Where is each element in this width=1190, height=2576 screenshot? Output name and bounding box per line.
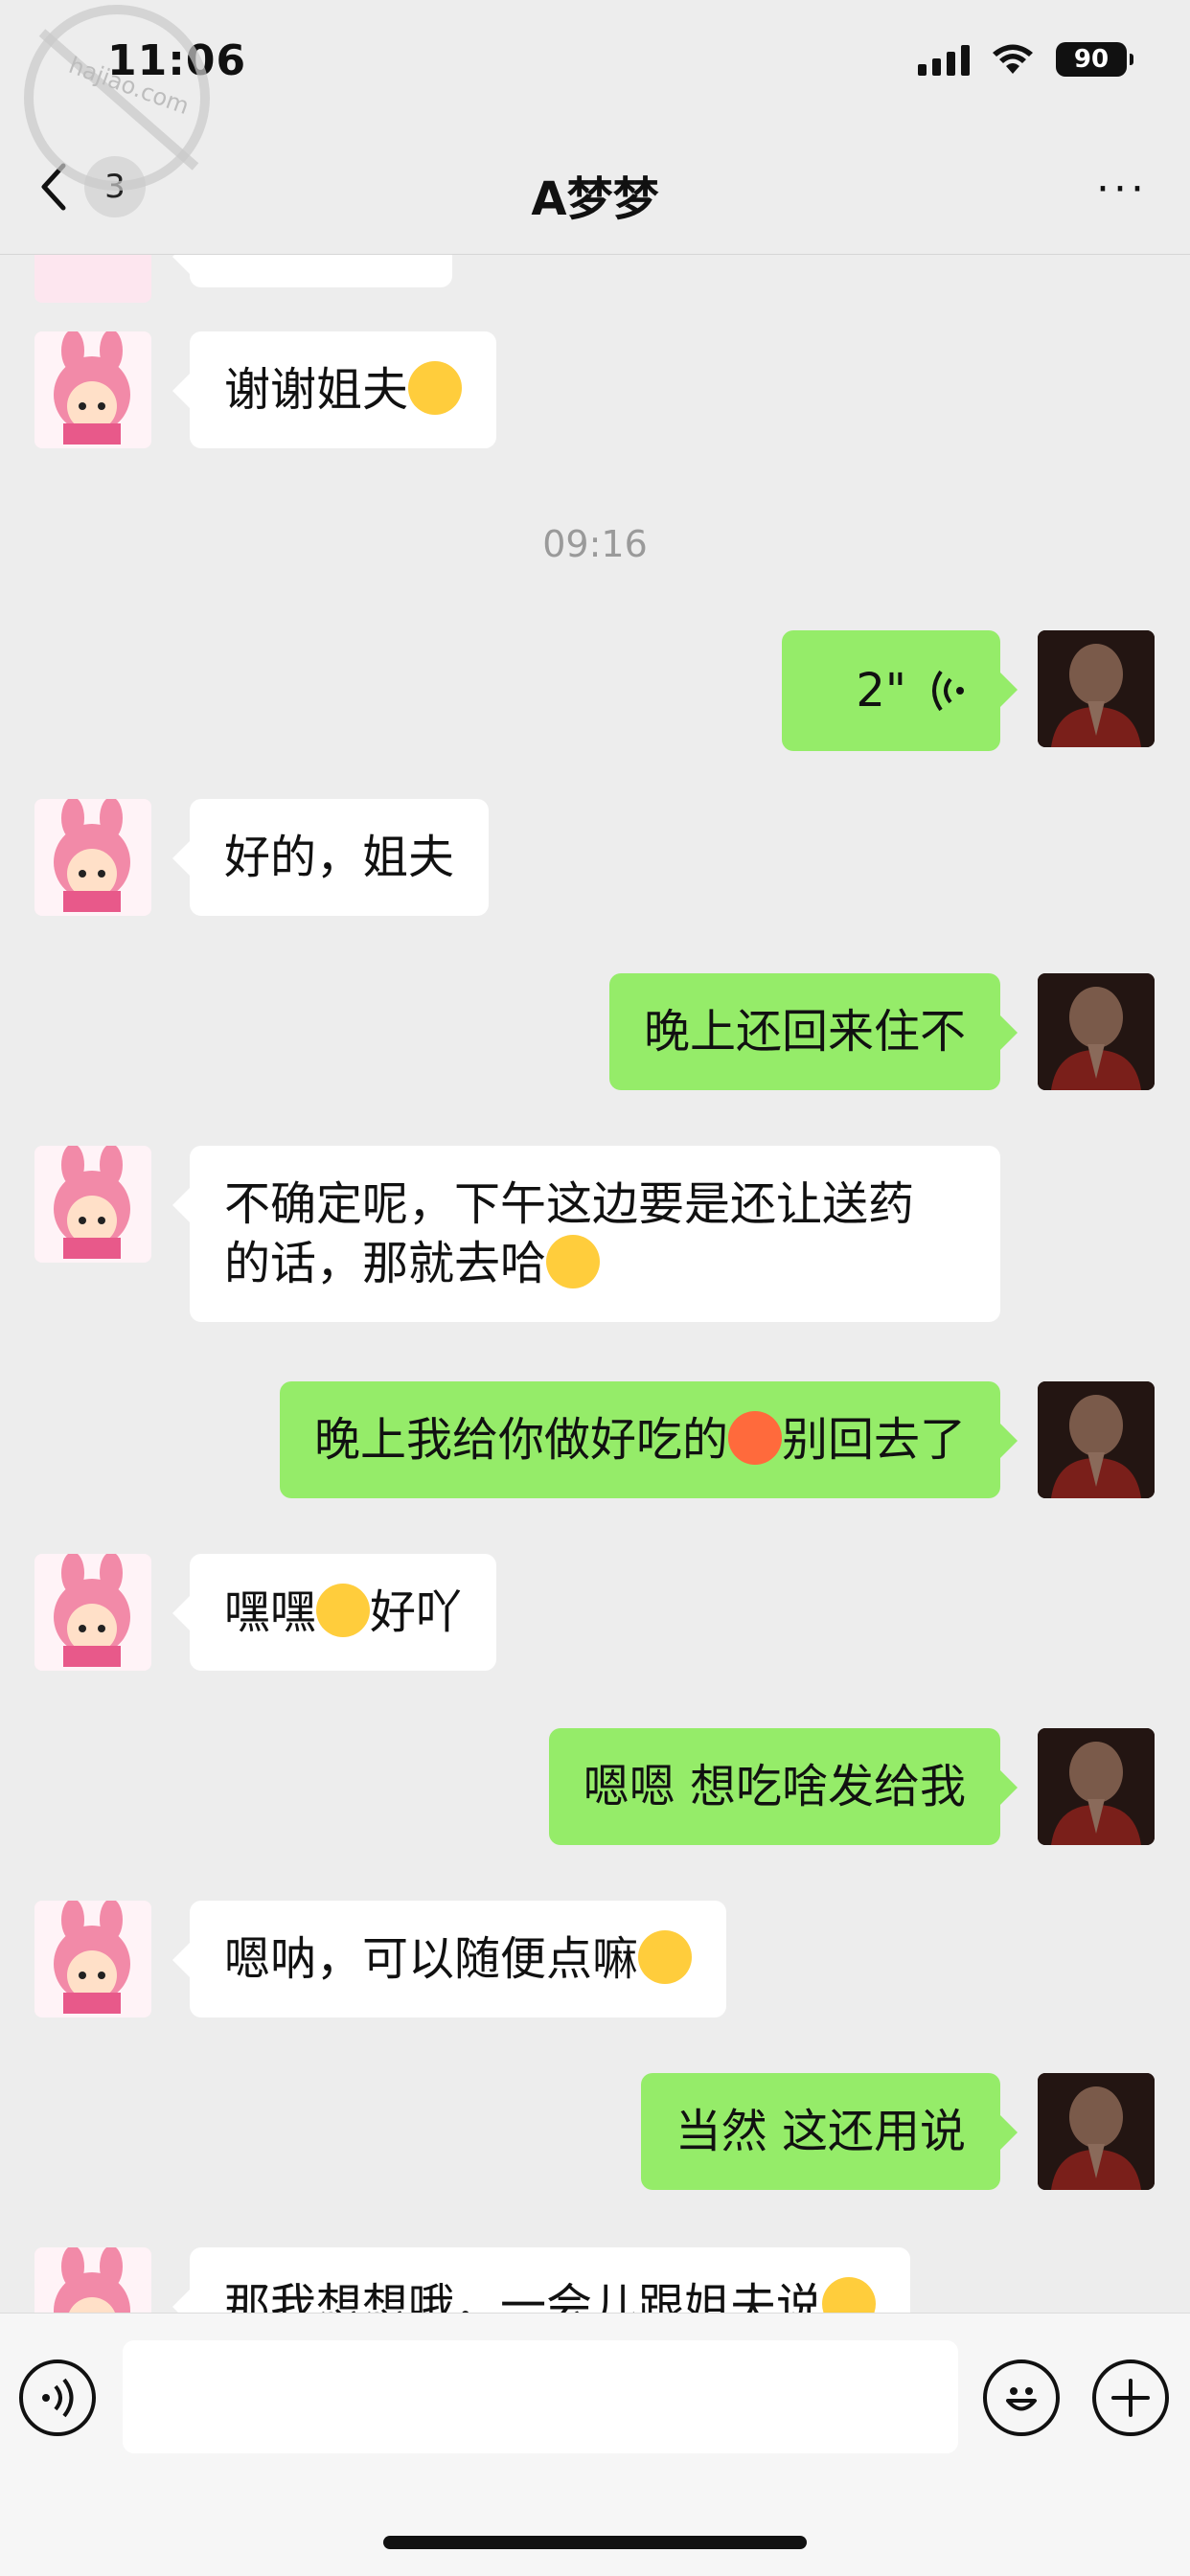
avatar-monk-icon: [1038, 2073, 1155, 2190]
avatar-cartoon-icon: [34, 2247, 151, 2313]
contact-avatar[interactable]: [34, 1554, 151, 1671]
chat-header: 3 A梦梦 ···: [0, 125, 1190, 255]
signal-icon: [918, 43, 970, 76]
plus-icon: [1111, 2379, 1150, 2417]
contact-avatar[interactable]: [34, 255, 151, 303]
battery-icon: 90: [1056, 42, 1133, 77]
grin-sweat-emoji: [546, 1235, 601, 1288]
message-bubble[interactable]: 谢谢姐夫: [172, 331, 497, 448]
emoji-button[interactable]: [983, 2359, 1060, 2436]
message-bubble[interactable]: 晚上还回来住不: [608, 973, 1018, 1090]
message-bubble[interactable]: 当然 这还用说: [640, 2073, 1018, 2190]
my-avatar[interactable]: [1038, 1381, 1155, 1498]
more-actions-button[interactable]: [1092, 2359, 1169, 2436]
status-icons: 90: [918, 42, 1133, 77]
voice-wave-icon: [932, 670, 964, 712]
message-bubble[interactable]: 晚上我给你做好吃的 别回去了: [279, 1381, 1018, 1498]
voice-icon: [42, 2378, 74, 2418]
avatar-cartoon-icon: [34, 799, 151, 916]
voice-input-button[interactable]: [19, 2359, 96, 2436]
avatar-monk-icon: [1038, 1728, 1155, 1845]
my-avatar[interactable]: [1038, 2073, 1155, 2190]
grin-emoji: [316, 1584, 371, 1637]
contact-avatar[interactable]: [34, 331, 151, 448]
my-avatar[interactable]: [1038, 1728, 1155, 1845]
avatar-cartoon-icon: [34, 1146, 151, 1263]
my-avatar[interactable]: [1038, 973, 1155, 1090]
message-bubble[interactable]: [172, 255, 452, 287]
message-bubble[interactable]: 嗯嗯 想吃啥发给我: [548, 1728, 1018, 1845]
avatar-monk-icon: [1038, 630, 1155, 747]
smiling-blush-emoji: [408, 361, 463, 415]
smile-emoji: [638, 1930, 693, 1984]
message-bubble[interactable]: 不确定呢，下午这边要是还让送药 的话，那就去哈: [172, 1146, 1000, 1322]
status-bar: 11:06 90: [0, 0, 1190, 125]
voice-message-bubble[interactable]: 2": [782, 630, 1018, 751]
my-avatar[interactable]: [1038, 630, 1155, 747]
contact-avatar[interactable]: [34, 2247, 151, 2313]
message-bubble[interactable]: 那我想想哦，一会儿跟姐夫说: [172, 2247, 911, 2313]
message-timestamp: 09:16: [542, 523, 648, 565]
status-time: 11:06: [107, 36, 247, 85]
input-bar: [0, 2313, 1190, 2576]
wink-emoji: [822, 2277, 877, 2313]
contact-avatar[interactable]: [34, 799, 151, 916]
home-indicator[interactable]: [383, 2536, 807, 2549]
message-input[interactable]: [123, 2340, 958, 2453]
message-bubble[interactable]: 好的，姐夫: [172, 799, 490, 916]
message-bubble[interactable]: 嘿嘿 好吖: [172, 1554, 497, 1671]
more-options-button[interactable]: ···: [1096, 165, 1148, 214]
avatar-cartoon-icon: [34, 1554, 151, 1671]
message-bubble[interactable]: 嗯呐，可以随便点嘛: [172, 1901, 727, 2017]
smiley-icon: [1006, 2387, 1037, 2411]
avatar-monk-icon: [1038, 1381, 1155, 1498]
avatar-cartoon-icon: [34, 331, 151, 448]
avatar-monk-icon: [1038, 973, 1155, 1090]
contact-avatar[interactable]: [34, 1146, 151, 1263]
avatar-cartoon-icon: [34, 1901, 151, 2017]
hot-face-emoji: [727, 1411, 782, 1465]
chat-title: A梦梦: [531, 172, 659, 226]
message-list[interactable]: 谢谢姐夫 09:16 2" 好的，姐夫 晚上还回来住不 不确定呢，下午这边要是还…: [0, 255, 1190, 2313]
contact-avatar[interactable]: [34, 1901, 151, 2017]
wifi-icon: [993, 44, 1033, 74]
